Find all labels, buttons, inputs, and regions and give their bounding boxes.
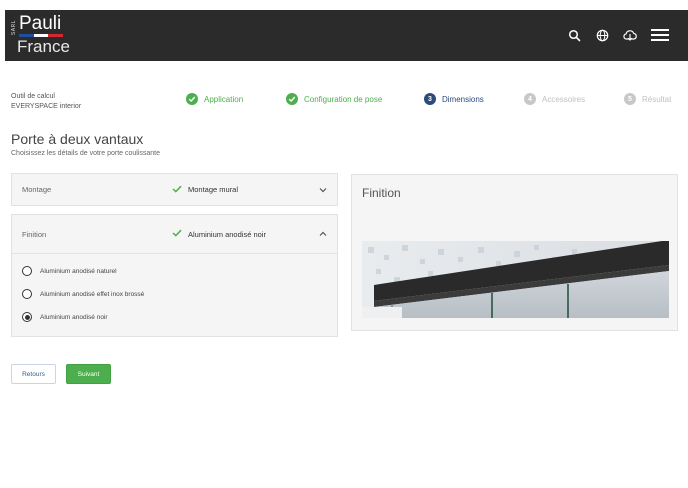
check-circle-icon <box>286 93 298 105</box>
radio-button[interactable] <box>22 289 32 299</box>
montage-accordion[interactable]: Montage Montage mural <box>11 173 338 206</box>
montage-selection: Montage mural <box>172 185 238 195</box>
finition-option-naturel[interactable]: Aluminium anodisé naturel <box>22 266 117 276</box>
search-icon[interactable] <box>566 27 582 43</box>
step-label: Configuration de pose <box>304 94 383 104</box>
menu-icon[interactable] <box>650 27 670 43</box>
chevron-down-icon[interactable] <box>319 185 327 195</box>
step-configuration[interactable]: Configuration de pose <box>286 93 382 105</box>
logo-name: Pauli <box>19 13 62 34</box>
chevron-up-icon[interactable] <box>319 229 327 239</box>
check-circle-icon <box>186 93 198 105</box>
finition-selection: Aluminium anodisé noir <box>172 229 266 239</box>
back-button[interactable]: Retours <box>11 364 56 384</box>
pauli-logo[interactable]: SARL Pauli France <box>11 14 81 58</box>
finition-preview-panel: Finition <box>351 174 678 331</box>
door-preview-image <box>362 241 669 318</box>
check-icon <box>172 185 182 195</box>
logo-sarl-text: SARL <box>11 20 17 36</box>
radio-button-checked[interactable] <box>22 312 32 322</box>
next-button[interactable]: Suivant <box>66 364 111 384</box>
step-number: 4 <box>524 93 536 105</box>
option-label: Aluminium anodisé noir <box>40 313 108 321</box>
finition-accordion[interactable]: Finition Aluminium anodisé noir Aluminiu… <box>11 214 338 337</box>
radio-button[interactable] <box>22 266 32 276</box>
finition-value: Aluminium anodisé noir <box>188 229 266 239</box>
calculator-info: Outil de calcul EVERYSPACE interior <box>11 92 81 112</box>
header-icons <box>566 27 670 43</box>
montage-header[interactable]: Montage Montage mural <box>12 174 337 205</box>
calculator-title: Outil de calcul <box>11 93 55 100</box>
finition-divider <box>12 253 337 254</box>
step-label: Accessoires <box>542 94 586 104</box>
option-label: Aluminium anodisé effet inox brossé <box>40 290 145 298</box>
finition-label: Finition <box>22 229 47 239</box>
site-header: SARL Pauli France <box>5 10 688 61</box>
finition-option-noir[interactable]: Aluminium anodisé noir <box>22 312 108 322</box>
page-title: Porte à deux vantaux <box>11 131 144 147</box>
check-icon <box>172 229 182 239</box>
top-gap <box>0 0 688 10</box>
logo-country: France <box>17 37 70 56</box>
page-subtitle: Choisissez les détails de votre porte co… <box>11 150 161 157</box>
step-label: Résultat <box>642 94 672 104</box>
calculator-product: EVERYSPACE interior <box>11 103 82 110</box>
finition-option-inox[interactable]: Aluminium anodisé effet inox brossé <box>22 289 144 299</box>
step-number: 5 <box>624 93 636 105</box>
step-application[interactable]: Application <box>186 93 243 105</box>
step-dimensions[interactable]: 3 Dimensions <box>424 93 484 105</box>
cloud-download-icon[interactable] <box>622 27 638 43</box>
option-label: Aluminium anodisé naturel <box>40 267 117 275</box>
finition-header[interactable]: Finition Aluminium anodisé noir <box>12 215 337 253</box>
montage-label: Montage <box>22 185 52 194</box>
globe-icon[interactable] <box>594 27 610 43</box>
preview-title: Finition <box>362 186 401 200</box>
step-accessoires[interactable]: 4 Accessoires <box>524 93 585 105</box>
montage-value: Montage mural <box>188 185 239 194</box>
step-label: Dimensions <box>442 94 484 104</box>
page: SARL Pauli France Outil de calcul EVERYS… <box>0 0 688 488</box>
step-resultat[interactable]: 5 Résultat <box>624 93 671 105</box>
step-number: 3 <box>424 93 436 105</box>
step-label: Application <box>204 94 244 104</box>
